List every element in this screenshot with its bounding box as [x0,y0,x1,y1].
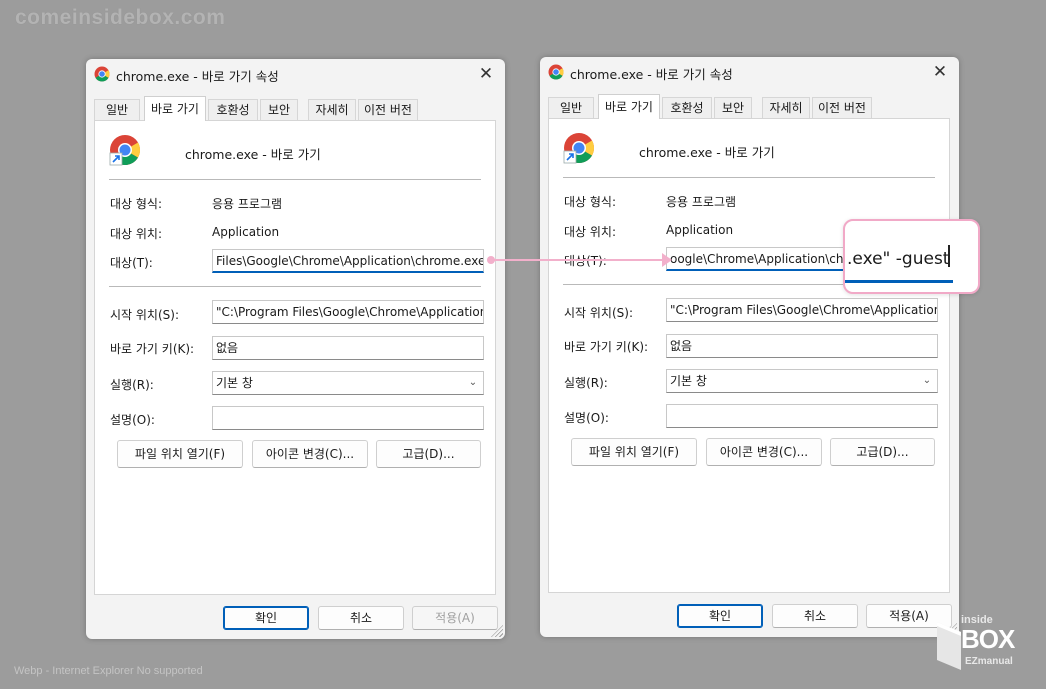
tab-compatibility[interactable]: 호환성 [208,99,258,120]
shortcut-name: chrome.exe - 바로 가기 [639,145,775,160]
text-cursor [948,245,950,267]
properties-dialog-after: chrome.exe - 바로 가기 속성 ✕ 일반 바로 가기 호환성 보안 … [540,57,959,637]
chrome-shortcut-icon [109,135,141,166]
comment-label: 설명(O): [110,413,155,427]
chrome-icon [94,66,110,82]
shortcut-name: chrome.exe - 바로 가기 [185,147,321,162]
chrome-icon [548,64,564,80]
run-select-value: 기본 창 [670,374,707,388]
tab-details[interactable]: 자세히 [308,99,356,120]
shortcut-panel: chrome.exe - 바로 가기 대상 형식: 응용 프로그램 대상 위치:… [94,120,496,595]
arrow-right-icon [662,253,672,267]
target-location-value: Application [666,223,734,237]
tab-shortcut[interactable]: 바로 가기 [598,94,660,119]
window-title: chrome.exe - 바로 가기 속성 [570,67,733,82]
tab-previous-versions[interactable]: 이전 버전 [812,97,872,118]
close-icon: ✕ [932,62,948,82]
shortcut-key-label: 바로 가기 키(K): [110,342,195,356]
tab-compatibility[interactable]: 호환성 [662,97,712,118]
shortcut-panel: chrome.exe - 바로 가기 대상 형식: 응용 프로그램 대상 위치:… [548,118,950,593]
close-button[interactable]: ✕ [927,59,953,85]
shortcut-key-input[interactable]: 없음 [666,334,938,358]
ok-button[interactable]: 확인 [677,604,763,628]
start-in-input[interactable]: "C:\Program Files\Google\Chrome\Applicat… [666,298,938,322]
footnote: Webp - Internet Explorer No supported [14,665,203,677]
run-select[interactable]: 기본 창 ⌄ [212,371,484,395]
title-bar[interactable]: chrome.exe - 바로 가기 속성 ✕ [86,59,505,89]
chevron-down-icon: ⌄ [922,375,932,386]
chrome-shortcut-icon [563,133,595,164]
cancel-button[interactable]: 취소 [772,604,858,628]
logo-text-box: BOX [961,624,1015,654]
close-icon: ✕ [478,64,494,84]
tab-security[interactable]: 보안 [260,99,298,120]
shortcut-key-label: 바로 가기 키(K): [564,340,649,354]
apply-button[interactable]: 적용(A) [412,606,498,630]
target-input[interactable]: Files\Google\Chrome\Application\chrome.e… [212,249,484,273]
connector-dot [487,256,495,264]
comment-label: 설명(O): [564,411,609,425]
comment-input[interactable] [666,404,938,428]
comment-input[interactable] [212,406,484,430]
start-in-label: 시작 위치(S): [110,308,179,322]
target-label: 대상(T): [110,256,153,270]
properties-dialog-before: chrome.exe - 바로 가기 속성 ✕ 일반 바로 가기 호환성 보안 … [86,59,505,639]
separator [109,286,481,287]
change-icon-button[interactable]: 아이콘 변경(C)... [252,440,368,468]
target-type-label: 대상 형식: [564,195,617,209]
shortcut-key-input[interactable]: 없음 [212,336,484,360]
zoom-callout: .exe" -guest [843,219,980,294]
tab-general[interactable]: 일반 [548,97,594,118]
separator [109,179,481,180]
target-location-value: Application [212,225,280,239]
logo-text-ezmanual: EZmanual [965,656,1013,667]
target-type-label: 대상 형식: [110,197,163,211]
tab-general[interactable]: 일반 [94,99,140,120]
run-label: 실행(R): [110,378,154,392]
separator [563,177,935,178]
chevron-down-icon: ⌄ [468,377,478,388]
zoomed-target-field: .exe" -guest [845,243,953,283]
tab-previous-versions[interactable]: 이전 버전 [358,99,418,120]
change-icon-button[interactable]: 아이콘 변경(C)... [706,438,822,466]
advanced-button[interactable]: 고급(D)... [376,440,481,468]
logo: inside BOX EZmanual [935,610,1031,676]
tab-security[interactable]: 보안 [714,97,752,118]
cancel-button[interactable]: 취소 [318,606,404,630]
run-select[interactable]: 기본 창 ⌄ [666,369,938,393]
target-location-label: 대상 위치: [110,227,163,241]
close-button[interactable]: ✕ [473,61,499,87]
start-in-input[interactable]: "C:\Program Files\Google\Chrome\Applicat… [212,300,484,324]
target-location-label: 대상 위치: [564,225,617,239]
open-file-location-button[interactable]: 파일 위치 열기(F) [117,440,243,468]
tab-shortcut[interactable]: 바로 가기 [144,96,206,121]
start-in-label: 시작 위치(S): [564,306,633,320]
target-type-value: 응용 프로그램 [212,197,283,211]
zoomed-target-text: .exe" -guest [847,249,950,269]
open-file-location-button[interactable]: 파일 위치 열기(F) [571,438,697,466]
ok-button[interactable]: 확인 [223,606,309,630]
window-title: chrome.exe - 바로 가기 속성 [116,69,279,84]
target-type-value: 응용 프로그램 [666,195,737,209]
run-select-value: 기본 창 [216,376,253,390]
watermark: comeinsidebox.com [15,6,226,29]
tab-details[interactable]: 자세히 [762,97,810,118]
title-bar[interactable]: chrome.exe - 바로 가기 속성 ✕ [540,57,959,87]
connector-line [490,259,664,261]
run-label: 실행(R): [564,376,608,390]
advanced-button[interactable]: 고급(D)... [830,438,935,466]
